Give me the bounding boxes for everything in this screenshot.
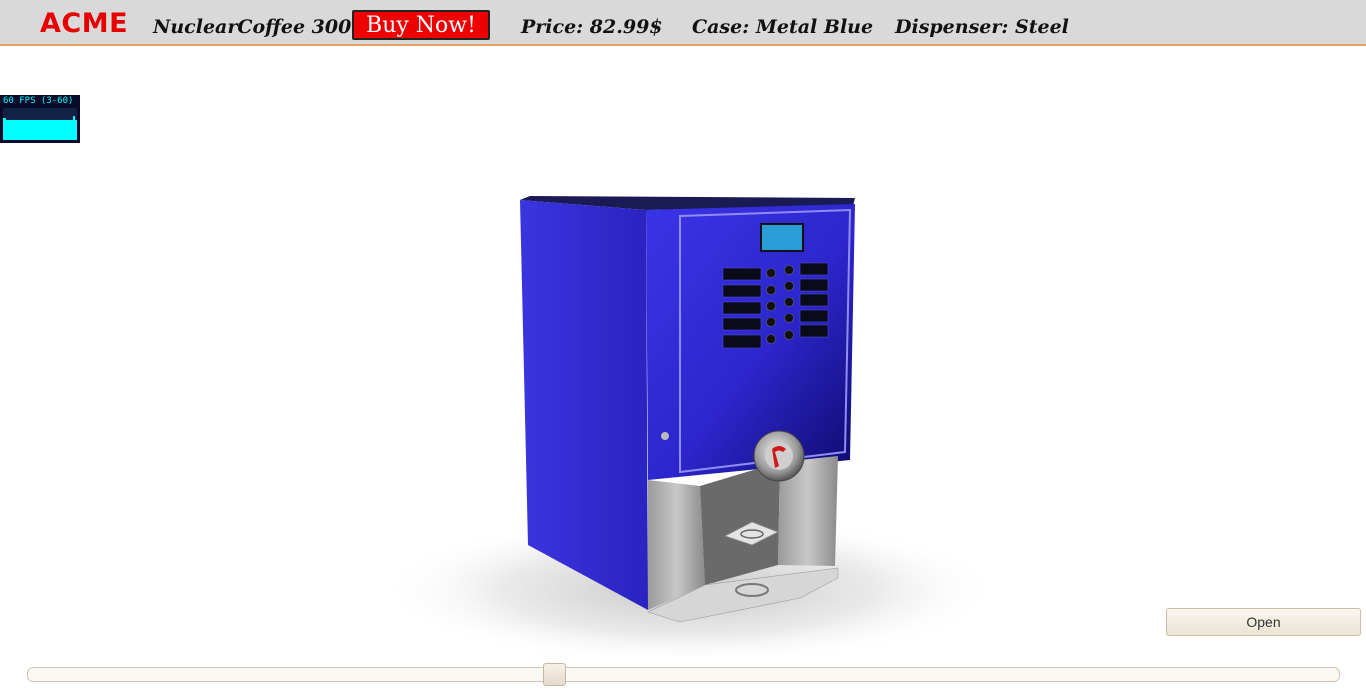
buy-now-button[interactable]: Buy Now! (352, 10, 490, 40)
price-label: Price: 82.99$ (521, 16, 663, 38)
brand-logo: ACME (40, 8, 129, 39)
dispenser-option-label: Dispenser: Steel (895, 16, 1069, 38)
case-option-label: Case: Metal Blue (692, 16, 874, 38)
3d-viewport[interactable] (0, 46, 1366, 656)
top-bar: ACME NuclearCoffee 3000 Buy Now! Price: … (0, 0, 1366, 46)
rotation-slider[interactable] (27, 663, 1340, 686)
open-button[interactable]: Open (1166, 608, 1361, 636)
slider-handle[interactable] (543, 663, 566, 686)
coffee-machine-model (380, 196, 1000, 656)
product-name: NuclearCoffee 3000 (153, 16, 365, 38)
